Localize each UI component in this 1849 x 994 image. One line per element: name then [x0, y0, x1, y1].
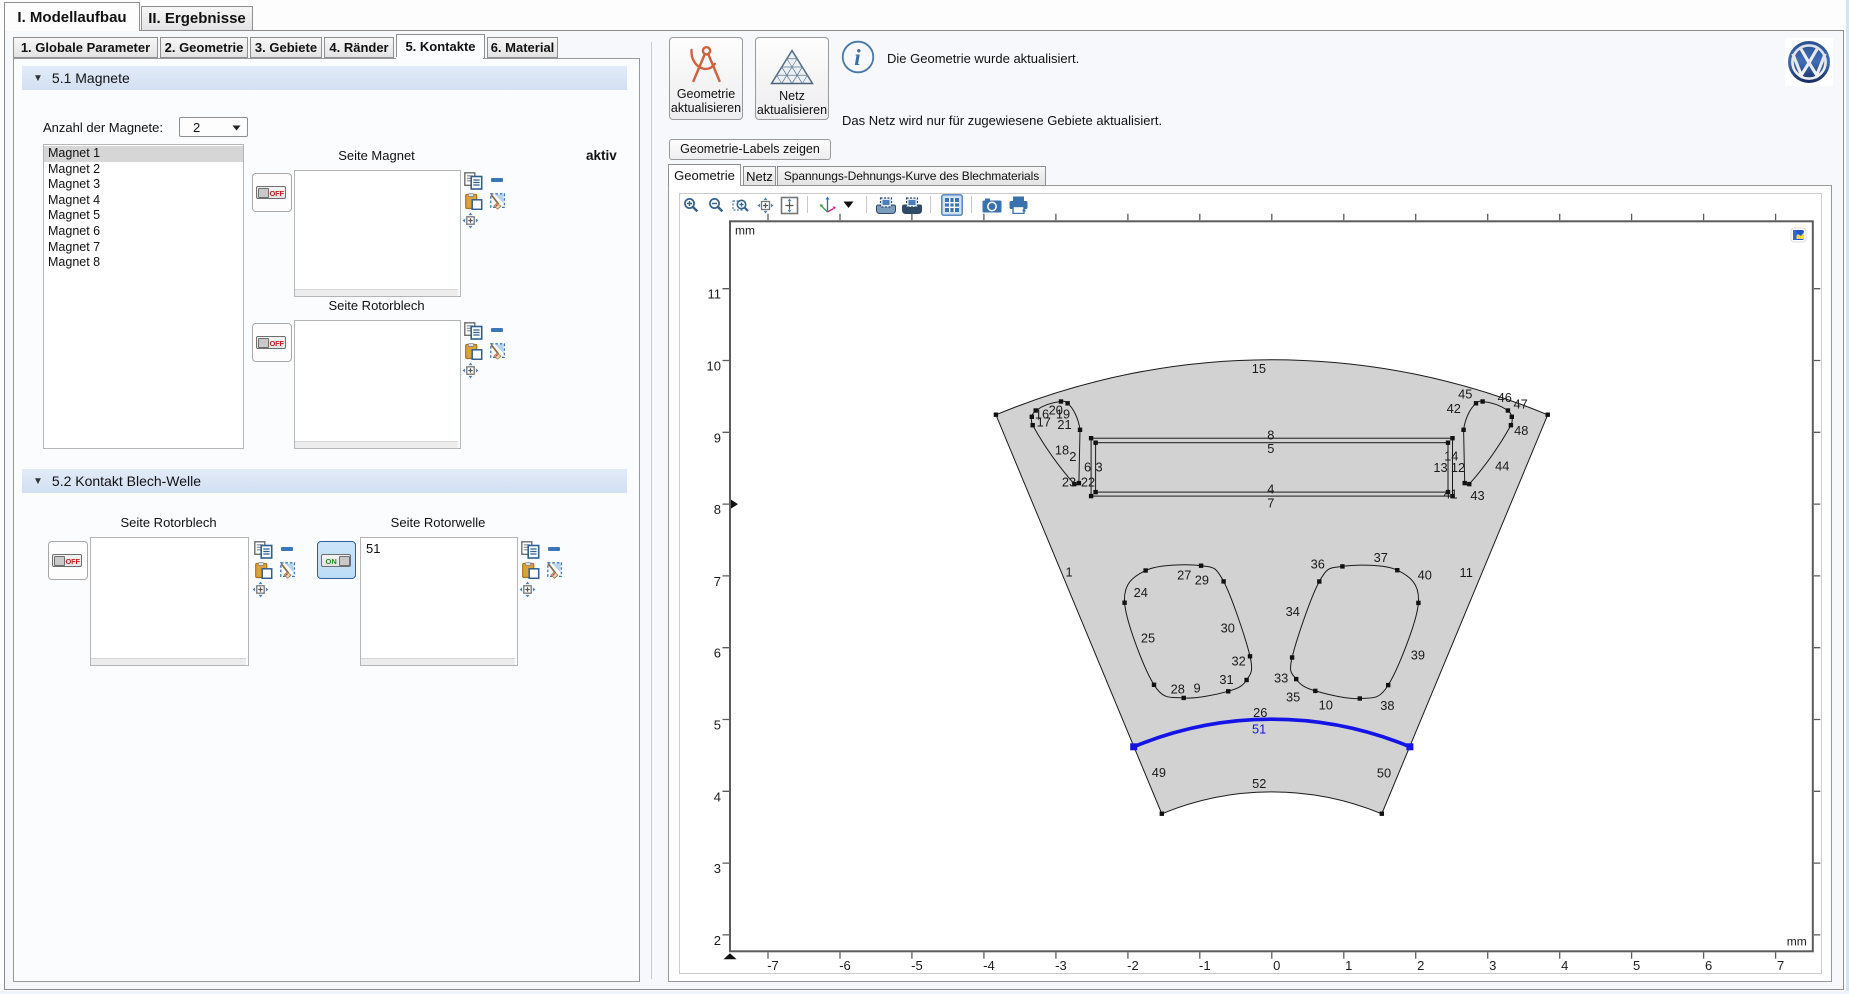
svg-text:37: 37	[1374, 550, 1388, 565]
svg-text:49: 49	[1152, 765, 1166, 780]
svg-text:6: 6	[1084, 460, 1091, 475]
svg-text:28: 28	[1171, 681, 1185, 696]
svg-text:33: 33	[1274, 671, 1288, 686]
svg-text:32: 32	[1231, 654, 1245, 669]
svg-text:42: 42	[1447, 401, 1461, 416]
svg-text:25: 25	[1141, 631, 1155, 646]
svg-text:36: 36	[1311, 556, 1325, 571]
svg-text:6: 6	[1705, 958, 1712, 973]
svg-text:mm: mm	[1787, 934, 1807, 948]
svg-text:47: 47	[1513, 397, 1527, 412]
svg-text:2: 2	[714, 933, 721, 948]
svg-text:44: 44	[1495, 459, 1509, 474]
svg-text:45: 45	[1458, 386, 1472, 401]
svg-text:23: 23	[1062, 475, 1076, 490]
svg-text:12: 12	[1451, 460, 1465, 475]
svg-text:-1: -1	[1199, 958, 1211, 973]
svg-text:-4: -4	[983, 958, 995, 973]
svg-text:48: 48	[1514, 423, 1528, 438]
svg-text:5: 5	[1633, 958, 1640, 973]
svg-text:22: 22	[1081, 475, 1095, 490]
svg-text:10: 10	[707, 359, 721, 374]
svg-text:31: 31	[1219, 672, 1233, 687]
svg-text:41: 41	[1443, 486, 1457, 501]
svg-text:39: 39	[1411, 648, 1425, 663]
svg-text:50: 50	[1377, 765, 1391, 780]
svg-text:-2: -2	[1127, 958, 1139, 973]
svg-text:2: 2	[1417, 958, 1424, 973]
svg-text:3: 3	[1095, 460, 1102, 475]
svg-text:13: 13	[1433, 460, 1447, 475]
svg-text:4: 4	[1267, 482, 1274, 497]
svg-text:52: 52	[1252, 776, 1266, 791]
svg-text:9: 9	[1193, 681, 1200, 696]
svg-text:mm: mm	[735, 223, 755, 237]
svg-text:29: 29	[1195, 573, 1209, 588]
svg-text:10: 10	[1319, 698, 1333, 713]
svg-text:-3: -3	[1055, 958, 1067, 973]
svg-text:3: 3	[714, 861, 721, 876]
svg-text:26: 26	[1253, 705, 1267, 720]
svg-text:30: 30	[1221, 620, 1235, 635]
svg-text:21: 21	[1057, 417, 1071, 432]
svg-text:2: 2	[1069, 449, 1076, 464]
svg-text:-5: -5	[911, 958, 923, 973]
svg-text:15: 15	[1252, 361, 1266, 376]
svg-text:18: 18	[1055, 443, 1069, 458]
svg-text:-6: -6	[839, 958, 851, 973]
svg-text:38: 38	[1380, 698, 1394, 713]
svg-text:8: 8	[714, 502, 721, 517]
svg-text:7: 7	[714, 574, 721, 589]
svg-text:4: 4	[1561, 958, 1568, 973]
svg-text:1: 1	[1065, 565, 1072, 580]
svg-text:9: 9	[714, 430, 721, 445]
svg-text:i: i	[854, 45, 861, 70]
svg-text:7: 7	[1267, 496, 1274, 511]
svg-text:-7: -7	[767, 958, 779, 973]
svg-text:40: 40	[1418, 568, 1432, 583]
svg-text:11: 11	[708, 287, 722, 302]
svg-text:0: 0	[1273, 958, 1280, 973]
svg-text:43: 43	[1470, 488, 1484, 503]
svg-text:4: 4	[714, 789, 721, 804]
svg-text:11: 11	[1460, 565, 1473, 580]
svg-text:3: 3	[1489, 958, 1496, 973]
svg-text:24: 24	[1134, 585, 1148, 600]
svg-text:17: 17	[1037, 415, 1051, 430]
svg-text:51: 51	[1252, 721, 1266, 736]
svg-text:6: 6	[714, 646, 721, 661]
svg-text:7: 7	[1777, 958, 1784, 973]
svg-text:27: 27	[1177, 567, 1191, 582]
svg-text:5: 5	[714, 718, 721, 733]
svg-text:34: 34	[1286, 604, 1300, 619]
svg-text:1: 1	[1345, 958, 1352, 973]
svg-text:46: 46	[1498, 390, 1512, 405]
svg-text:35: 35	[1286, 689, 1300, 704]
svg-text:5: 5	[1267, 441, 1274, 456]
